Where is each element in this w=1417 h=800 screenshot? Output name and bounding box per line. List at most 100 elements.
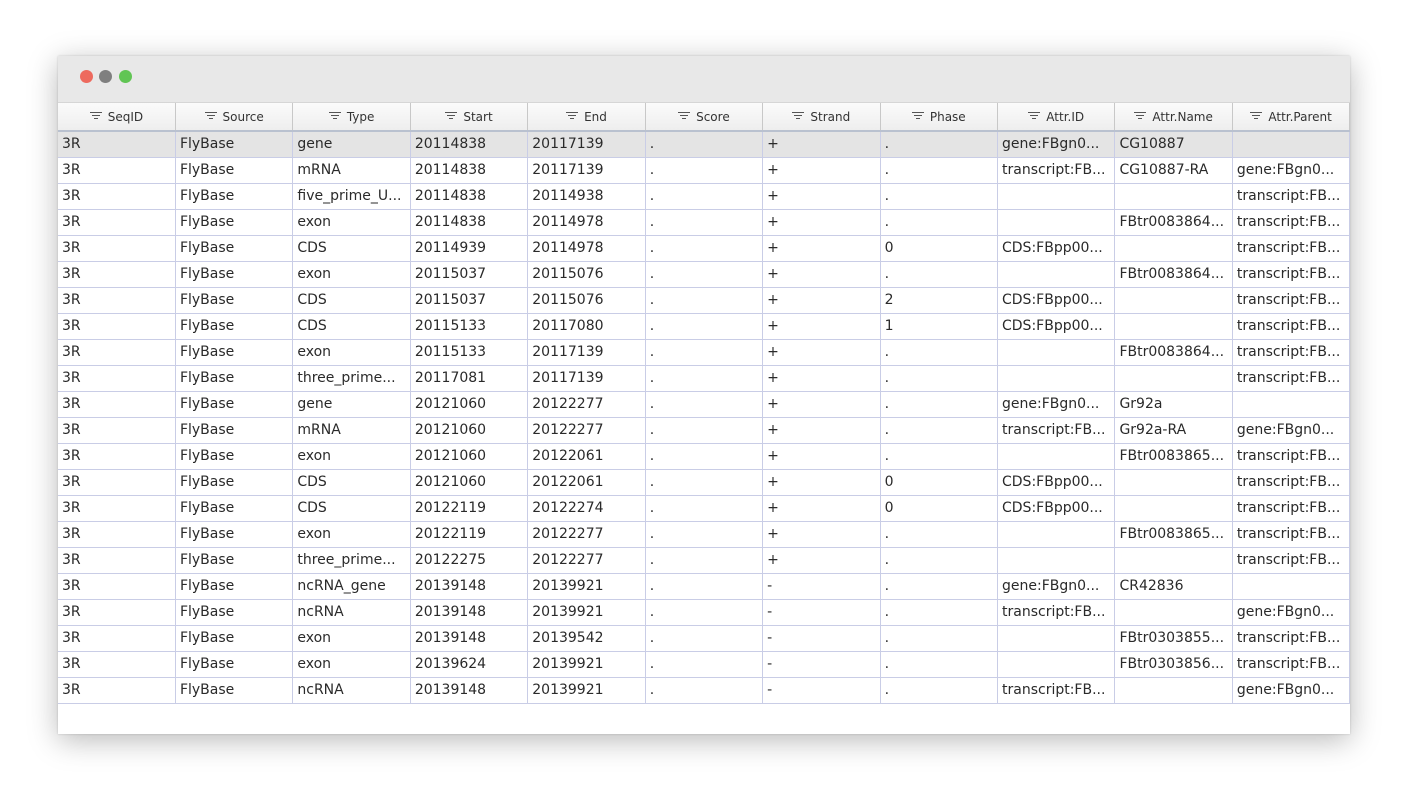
table-cell-attr-name[interactable]: [1114, 677, 1233, 704]
table-row[interactable]: 3R FlyBase exon 20114838 20114978. +. FBtr0083…: [58, 209, 1350, 236]
table-cell-score[interactable]: .: [645, 235, 764, 262]
table-cell-start[interactable]: 20115133: [410, 339, 529, 366]
table-cell-end[interactable]: 20139921: [527, 651, 646, 678]
table-cell-attr-name[interactable]: FBtr0083865...: [1114, 443, 1233, 470]
table-cell-attr-name[interactable]: CG10887: [1114, 131, 1233, 158]
table-cell-strand[interactable]: +: [762, 417, 881, 444]
table-cell-start[interactable]: 20121060: [410, 443, 529, 470]
table-cell-attr-parent[interactable]: transcript:FB...: [1232, 209, 1350, 236]
table-cell-phase[interactable]: 0: [880, 495, 999, 522]
filter-icon[interactable]: [566, 112, 579, 120]
table-cell-attr-name[interactable]: FBtr0083864...: [1114, 209, 1233, 236]
column-header-attr-id[interactable]: Attr.ID: [997, 103, 1116, 132]
table-row[interactable]: 3R FlyBase three_prime... 20117081 20117139.…: [58, 365, 1350, 392]
table-cell-seqid[interactable]: 3R: [58, 313, 176, 340]
table-row[interactable]: 3R FlyBase exon 20139624 20139921. -. FBtr0303…: [58, 651, 1350, 678]
maximize-icon[interactable]: [119, 70, 132, 83]
column-header-end[interactable]: End: [527, 103, 646, 132]
table-cell-source[interactable]: FlyBase: [175, 235, 294, 262]
table-cell-attr-name[interactable]: [1114, 469, 1233, 496]
table-cell-phase[interactable]: .: [880, 677, 999, 704]
table-cell-seqid[interactable]: 3R: [58, 573, 176, 600]
table-cell-attr-parent[interactable]: gene:FBgn0...: [1232, 157, 1350, 184]
table-cell-start[interactable]: 20139148: [410, 573, 529, 600]
table-cell-source[interactable]: FlyBase: [175, 209, 294, 236]
table-cell-strand[interactable]: +: [762, 131, 881, 158]
table-cell-strand[interactable]: +: [762, 547, 881, 574]
table-cell-attr-name[interactable]: [1114, 287, 1233, 314]
table-cell-phase[interactable]: .: [880, 261, 999, 288]
close-icon[interactable]: [80, 70, 93, 83]
table-row[interactable]: 3R FlyBase CDS 20122119 20122274. +0 CDS:FBpp0…: [58, 495, 1350, 522]
table-row[interactable]: 3R FlyBase three_prime... 20122275 20122277.…: [58, 547, 1350, 574]
table-cell-source[interactable]: FlyBase: [175, 651, 294, 678]
table-cell-attr-id[interactable]: [997, 521, 1116, 548]
table-cell-seqid[interactable]: 3R: [58, 417, 176, 444]
table-cell-strand[interactable]: -: [762, 599, 881, 626]
table-cell-attr-name[interactable]: CG10887-RA: [1114, 157, 1233, 184]
table-cell-source[interactable]: FlyBase: [175, 417, 294, 444]
table-cell-end[interactable]: 20139921: [527, 599, 646, 626]
table-row[interactable]: 3R FlyBase exon 20121060 20122061. +. FBtr0083…: [58, 443, 1350, 470]
table-cell-attr-name[interactable]: Gr92a-RA: [1114, 417, 1233, 444]
table-cell-start[interactable]: 20139148: [410, 599, 529, 626]
table-cell-type[interactable]: ncRNA: [292, 599, 411, 626]
table-cell-start[interactable]: 20121060: [410, 469, 529, 496]
table-cell-phase[interactable]: .: [880, 573, 999, 600]
column-header-score[interactable]: Score: [645, 103, 764, 132]
table-cell-strand[interactable]: +: [762, 365, 881, 392]
table-cell-type[interactable]: CDS: [292, 313, 411, 340]
table-cell-start[interactable]: 20122275: [410, 547, 529, 574]
table-cell-end[interactable]: 20139921: [527, 573, 646, 600]
table-cell-seqid[interactable]: 3R: [58, 443, 176, 470]
table-cell-end[interactable]: 20117139: [527, 157, 646, 184]
column-header-strand[interactable]: Strand: [762, 103, 881, 132]
table-cell-end[interactable]: 20114978: [527, 235, 646, 262]
table-cell-phase[interactable]: .: [880, 131, 999, 158]
table-cell-score[interactable]: .: [645, 339, 764, 366]
table-cell-strand[interactable]: +: [762, 235, 881, 262]
table-cell-type[interactable]: exon: [292, 209, 411, 236]
table-cell-phase[interactable]: .: [880, 339, 999, 366]
table-cell-attr-parent[interactable]: transcript:FB...: [1232, 287, 1350, 314]
column-header-phase[interactable]: Phase: [880, 103, 999, 132]
table-cell-strand[interactable]: +: [762, 443, 881, 470]
table-cell-attr-id[interactable]: transcript:FB...: [997, 417, 1116, 444]
table-cell-score[interactable]: .: [645, 313, 764, 340]
table-cell-end[interactable]: 20117139: [527, 339, 646, 366]
table-row[interactable]: 3R FlyBase mRNA 20114838 20117139. +. transcri…: [58, 157, 1350, 184]
table-cell-strand[interactable]: +: [762, 157, 881, 184]
table-cell-strand[interactable]: -: [762, 625, 881, 652]
table-cell-attr-parent[interactable]: gene:FBgn0...: [1232, 599, 1350, 626]
table-cell-end[interactable]: 20117080: [527, 313, 646, 340]
table-row[interactable]: 3R FlyBase ncRNA 20139148 20139921. -. transcr…: [58, 677, 1350, 704]
table-cell-attr-name[interactable]: FBtr0303856...: [1114, 651, 1233, 678]
table-cell-attr-parent[interactable]: transcript:FB...: [1232, 547, 1350, 574]
table-cell-end[interactable]: 20117139: [527, 131, 646, 158]
table-cell-attr-name[interactable]: FBtr0083864...: [1114, 339, 1233, 366]
table-cell-attr-id[interactable]: transcript:FB...: [997, 677, 1116, 704]
table-cell-attr-name[interactable]: FBtr0083865...: [1114, 521, 1233, 548]
table-cell-start[interactable]: 20114838: [410, 183, 529, 210]
table-cell-type[interactable]: mRNA: [292, 157, 411, 184]
table-cell-score[interactable]: .: [645, 677, 764, 704]
table-cell-end[interactable]: 20122061: [527, 443, 646, 470]
table-cell-seqid[interactable]: 3R: [58, 599, 176, 626]
table-cell-phase[interactable]: .: [880, 521, 999, 548]
table-cell-type[interactable]: three_prime...: [292, 365, 411, 392]
table-cell-attr-id[interactable]: transcript:FB...: [997, 157, 1116, 184]
table-cell-seqid[interactable]: 3R: [58, 469, 176, 496]
table-cell-score[interactable]: .: [645, 209, 764, 236]
table-cell-source[interactable]: FlyBase: [175, 339, 294, 366]
table-row[interactable]: 3R FlyBase CDS 20114939 20114978. +0 CDS:FBpp0…: [58, 235, 1350, 262]
table-row[interactable]: 3R FlyBase gene 20121060 20122277. +. gene:FBg…: [58, 391, 1350, 418]
table-cell-phase[interactable]: .: [880, 391, 999, 418]
table-cell-attr-name[interactable]: [1114, 495, 1233, 522]
table-cell-phase[interactable]: .: [880, 651, 999, 678]
table-cell-seqid[interactable]: 3R: [58, 677, 176, 704]
table-cell-score[interactable]: .: [645, 651, 764, 678]
table-cell-start[interactable]: 20114838: [410, 157, 529, 184]
table-cell-attr-parent[interactable]: transcript:FB...: [1232, 261, 1350, 288]
table-cell-start[interactable]: 20139148: [410, 677, 529, 704]
table-cell-score[interactable]: .: [645, 469, 764, 496]
